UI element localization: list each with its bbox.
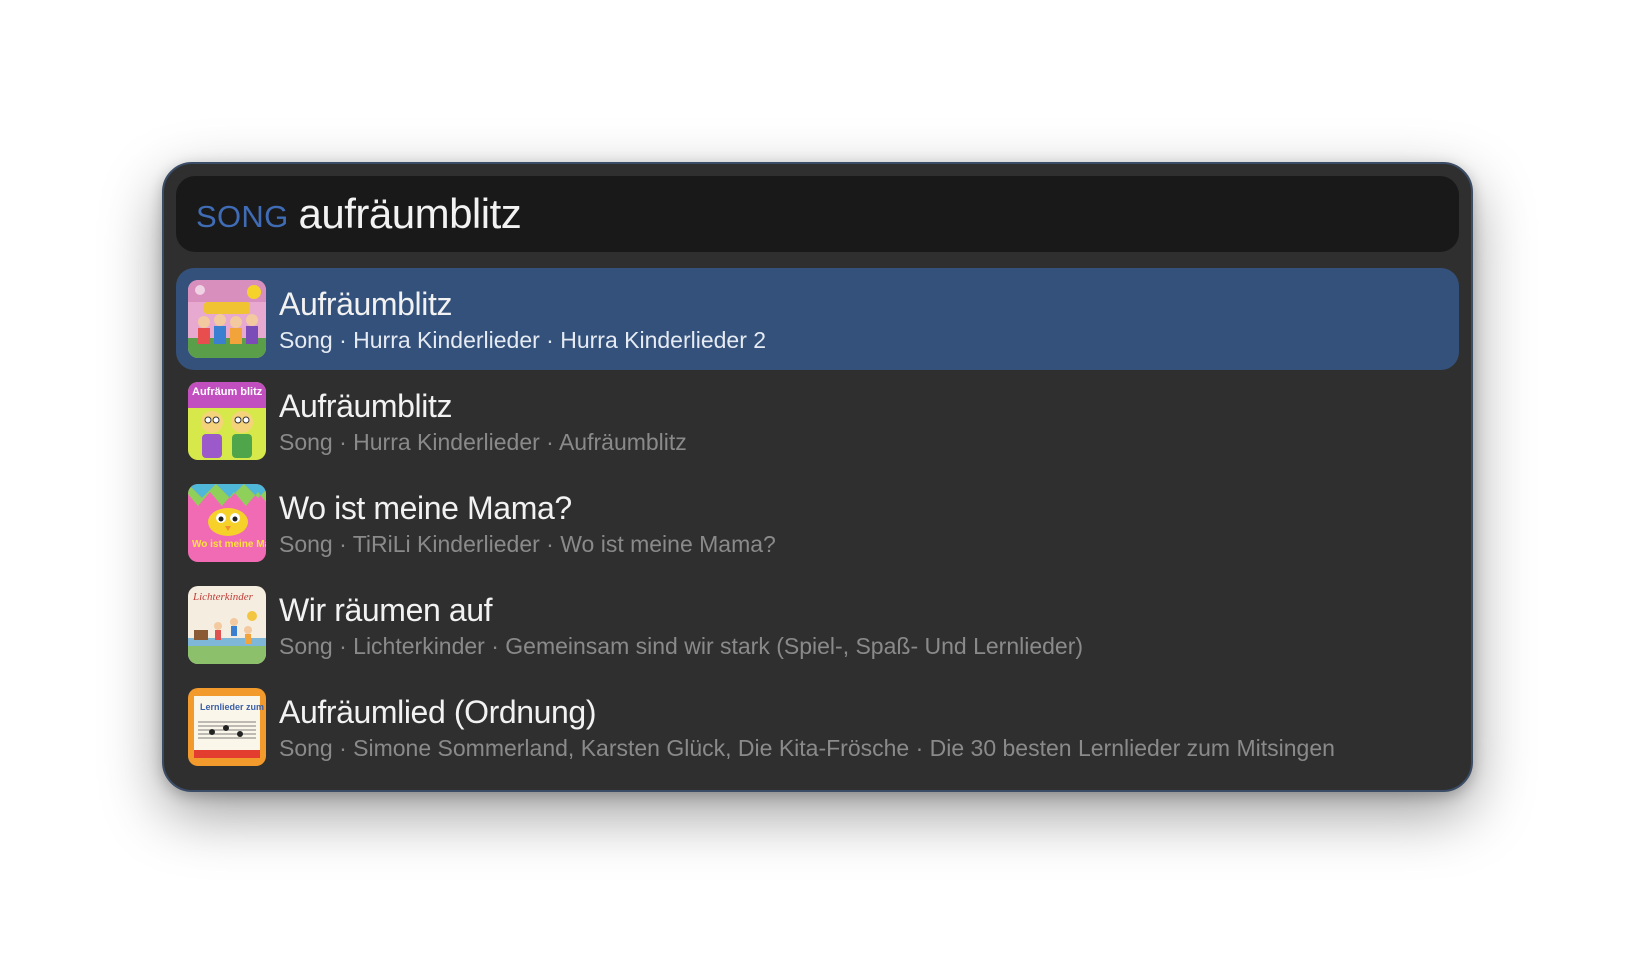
artwork-text: Lichterkinder [192,591,254,603]
result-row-4[interactable]: Lichterkinder Wir räumen auf Song · Lich… [176,574,1459,676]
result-subtitle: Song · TiRiLi Kinderlieder · Wo ist mein… [279,531,776,557]
result-row-3[interactable]: Wo ist meine Mama? Wo ist meine Mama? So… [176,472,1459,574]
search-input[interactable]: aufräumblitz [299,190,522,238]
result-row-1[interactable]: Aufräumblitz Song · Hurra Kinderlieder ·… [176,268,1459,370]
result-subtitle: Song · Hurra Kinderlieder · Hurra Kinder… [279,327,767,353]
artwork-text: Lernlieder zum Mitsingen [200,702,266,712]
result-subtitle: Song · Hurra Kinderlieder · Aufräumblitz [279,429,687,455]
artwork-text: Wo ist meine Mama? [192,539,266,550]
result-title: Aufräumblitz [279,286,453,322]
result-subtitle: Song · Lichterkinder · Gemeinsam sind wi… [279,633,1084,659]
album-art-wo-ist-meine-mama-icon: Wo ist meine Mama? [188,484,266,562]
album-art-hurra-kinderlieder-2-icon [188,280,266,358]
result-title: Wir räumen auf [279,592,493,628]
result-row-5[interactable]: Lernlieder zum Mitsingen Aufräumlied (Or… [176,676,1459,778]
result-title: Aufräumlied (Ordnung) [279,694,597,730]
result-title: Wo ist meine Mama? [279,490,572,526]
album-art-aufraeumblitz-icon: Aufräum blitz [188,382,266,460]
result-subtitle: Song · Simone Sommerland, Karsten Glück,… [279,735,1335,761]
search-bar[interactable]: SONG aufräumblitz [176,176,1459,252]
results-list: Aufräumblitz Song · Hurra Kinderlieder ·… [176,268,1459,778]
spotlight-panel: SONG aufräumblitz Aufräumblitz Song · Hu… [162,162,1473,792]
search-type-token: SONG [196,199,289,234]
album-art-lichterkinder-icon: Lichterkinder [188,586,266,664]
artwork-text: Aufräum blitz [192,386,263,398]
result-title: Aufräumblitz [279,388,453,424]
result-row-2[interactable]: Aufräum blitz Aufräumblitz Song · Hurra … [176,370,1459,472]
album-art-lernlieder-icon: Lernlieder zum Mitsingen [188,688,266,766]
